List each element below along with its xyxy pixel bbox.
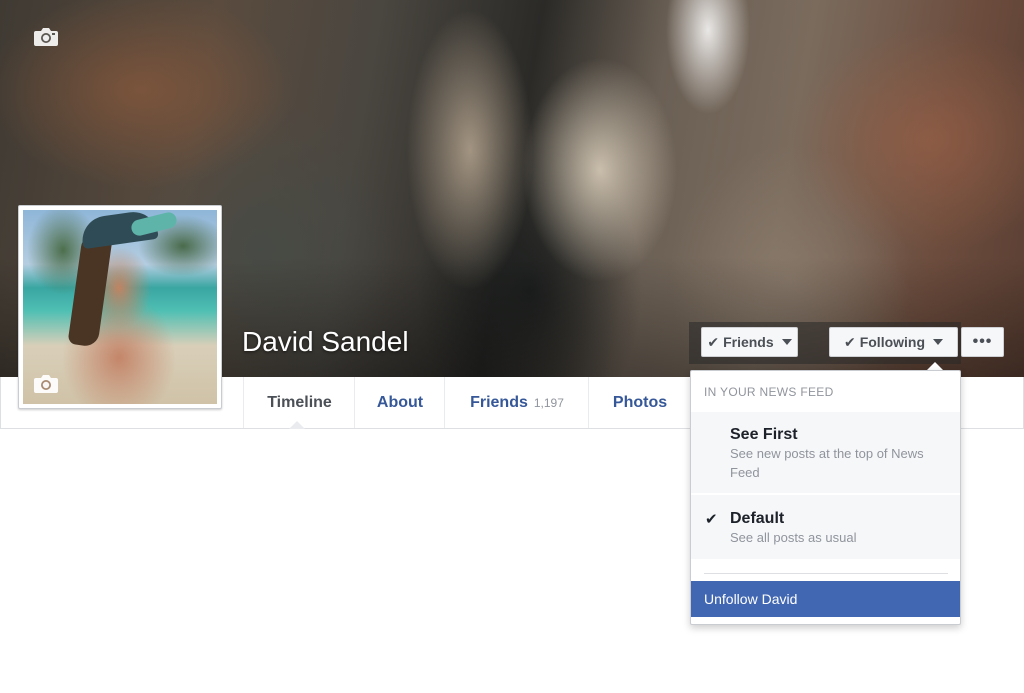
option-description: See all posts as usual	[730, 530, 857, 545]
friends-count: 1,197	[533, 395, 564, 410]
profile-photo	[23, 210, 217, 404]
tab-about[interactable]: About	[354, 377, 445, 428]
option-default[interactable]: ✔ Default See all posts as usual	[691, 495, 960, 559]
profile-name[interactable]: David Sandel	[242, 326, 409, 358]
photo-hair	[67, 234, 113, 348]
caret-down-icon	[781, 339, 792, 345]
tab-label: Photos	[612, 393, 668, 411]
checkmark-icon: ✔	[707, 333, 720, 350]
dropdown-divider	[704, 573, 948, 574]
tab-friends[interactable]: Friends 1,197	[444, 377, 589, 428]
option-title: Default	[730, 510, 785, 527]
profile-picture[interactable]	[18, 205, 222, 409]
friends-button[interactable]: ✔ Friends	[701, 327, 798, 357]
following-button-label: Following	[859, 334, 926, 350]
checkmark-icon: ✔	[705, 511, 718, 528]
camera-icon[interactable]	[33, 374, 59, 394]
tab-photos[interactable]: Photos	[588, 377, 691, 428]
profile-actions: ✔ Friends ✔ Following	[689, 322, 961, 364]
following-dropdown: IN YOUR NEWS FEED See First See new post…	[690, 370, 961, 625]
option-description: See new posts at the top of News Feed	[730, 446, 924, 480]
tab-label: Timeline	[267, 393, 332, 411]
option-see-first[interactable]: See First See new posts at the top of Ne…	[691, 412, 960, 493]
active-tab-indicator	[289, 421, 305, 429]
camera-icon[interactable]	[33, 27, 59, 47]
tab-label: About	[376, 393, 424, 411]
caret-down-icon	[933, 339, 944, 345]
option-title: See First	[730, 426, 798, 443]
dropdown-header: IN YOUR NEWS FEED	[704, 385, 834, 399]
tab-label: Friends	[470, 393, 528, 411]
more-options-button[interactable]: •••	[961, 327, 1004, 357]
following-button[interactable]: ✔ Following	[829, 327, 958, 357]
friends-button-label: Friends	[723, 334, 774, 350]
more-dots-icon: •••	[972, 333, 993, 350]
checkmark-icon: ✔	[843, 333, 856, 350]
unfollow-button[interactable]: Unfollow David	[691, 581, 960, 617]
